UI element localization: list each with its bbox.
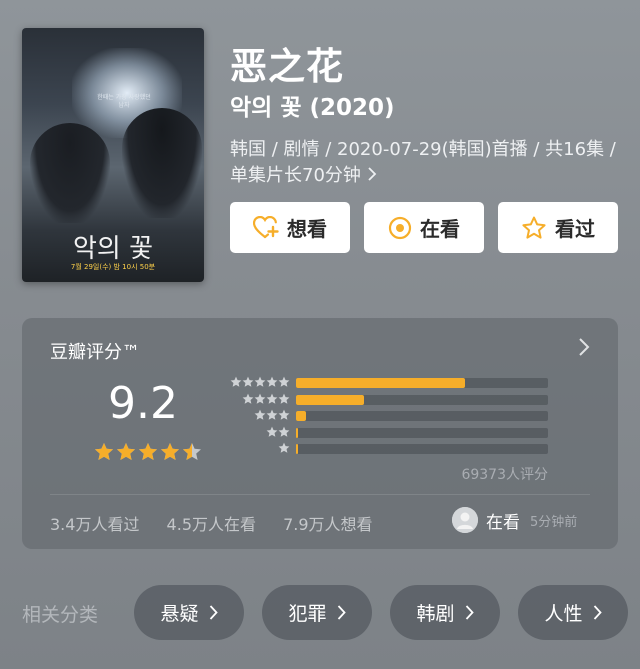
chevron-right-icon [209,605,218,620]
star-icon [266,426,278,437]
avatar [452,507,478,533]
rating-stars [94,442,202,462]
original-title: 악의 꽃 (2020) [230,95,395,121]
watched-count: 3.4万人看过 [50,515,140,534]
meta-text: 韩国 / 剧情 / 2020-07-29(韩国)首播 / 共16集 / 单集片长… [230,139,616,186]
star-icon [278,442,290,453]
rating-bar-fill [296,427,299,438]
rating-stats: 3.4万人看过 4.5万人在看 7.9万人想看 [50,511,395,535]
star-icon [266,376,278,387]
watching-button[interactable]: 在看 [364,202,484,253]
rating-bar-row [222,409,552,425]
rating-title: 豆瓣评分™ [50,342,140,363]
star-icon [254,393,266,404]
poster-tagline: 7월 29일(수) 밤 10시 50분 [70,263,156,271]
star-icon [254,376,266,387]
tag-label: 悬疑 [160,603,199,625]
want-button[interactable]: 想看 [230,202,350,253]
watching-count: 4.5万人在看 [166,515,256,534]
star-icon [230,376,242,387]
poster-figure-left [30,123,110,223]
divider [50,494,590,495]
rating-bar-row [222,442,552,458]
tag-label: 人性 [544,603,583,625]
rating-bar-row [222,426,552,442]
rating-bar-track [296,411,548,421]
star-icon [95,443,113,460]
poster-top-text: 한때는 가장 사랑했던 남자 [97,94,151,109]
rating-bar-fill [296,394,365,405]
star-icon [117,443,135,460]
rating-bar-track [296,444,548,454]
poster-title: 악의 꽃 [72,234,154,264]
meta-info[interactable]: 韩国 / 剧情 / 2020-07-29(韩国)首播 / 共16集 / 单集片长… [230,137,620,189]
tag-item[interactable]: 韩剧 [390,585,500,640]
watched-label: 看过 [555,217,595,241]
chevron-right-icon [593,605,602,620]
star-icon [266,393,278,404]
friend-activity[interactable]: 在看 5分钟前 [452,507,577,533]
rating-bar-fill [296,411,307,421]
target-icon [388,216,412,239]
star-icon [278,409,290,420]
star-icon [242,393,254,404]
tag-label: 韩剧 [416,603,455,625]
rating-bar-stars [242,393,290,405]
friend-status: 在看 [486,512,520,533]
rating-count: 69373人评分 [461,467,548,483]
chevron-right-icon [337,605,346,620]
star-icon [242,376,254,387]
star-icon [161,443,179,460]
rating-bar-fill [296,444,299,454]
rating-bar-stars [254,409,290,421]
poster-image[interactable]: 한때는 가장 사랑했던 남자 악의 꽃 7월 29일(수) 밤 10시 50분 [22,28,204,282]
rating-card[interactable]: 豆瓣评分™ 9.2 69373人评分 3.4万人看过 4.5万人在看 7.9万人… [22,318,618,549]
tag-item[interactable]: 人性 [518,585,628,640]
tag-item[interactable]: 悬疑 [134,585,244,640]
want-label: 想看 [287,217,327,241]
page-title: 恶之花 [230,45,344,88]
rating-bar-track [296,427,548,438]
star-icon [254,409,266,420]
poster-figure-right [122,108,202,218]
friend-time: 5分钟前 [530,514,578,530]
star-icon [278,376,290,387]
star-icon [266,409,278,420]
watched-button[interactable]: 看过 [498,202,618,253]
star-icon [278,426,290,437]
rating-bar-track [296,394,548,405]
rating-bar-row [222,376,552,392]
chevron-right-icon [465,605,474,620]
tags-label: 相关分类 [22,604,99,626]
star-icon [139,443,157,460]
star-outline-icon [522,216,546,239]
rating-bar-fill [296,378,465,388]
rating-bar-row [222,393,552,409]
want-count: 7.9万人想看 [283,515,373,534]
star-icon [183,443,201,460]
rating-bar-stars [278,442,290,454]
chevron-right-icon[interactable] [578,338,590,360]
star-icon [278,393,290,404]
rating-bar-track [296,378,548,388]
rating-bar-stars [266,426,290,438]
rating-distribution [222,376,552,459]
tag-item[interactable]: 犯罪 [262,585,372,640]
heart-plus-icon [253,215,279,238]
chevron-right-icon [367,165,377,186]
rating-bar-stars [230,376,290,388]
rating-score: 9.2 [108,378,178,429]
tag-label: 犯罪 [288,603,327,625]
watching-label: 在看 [420,217,460,241]
